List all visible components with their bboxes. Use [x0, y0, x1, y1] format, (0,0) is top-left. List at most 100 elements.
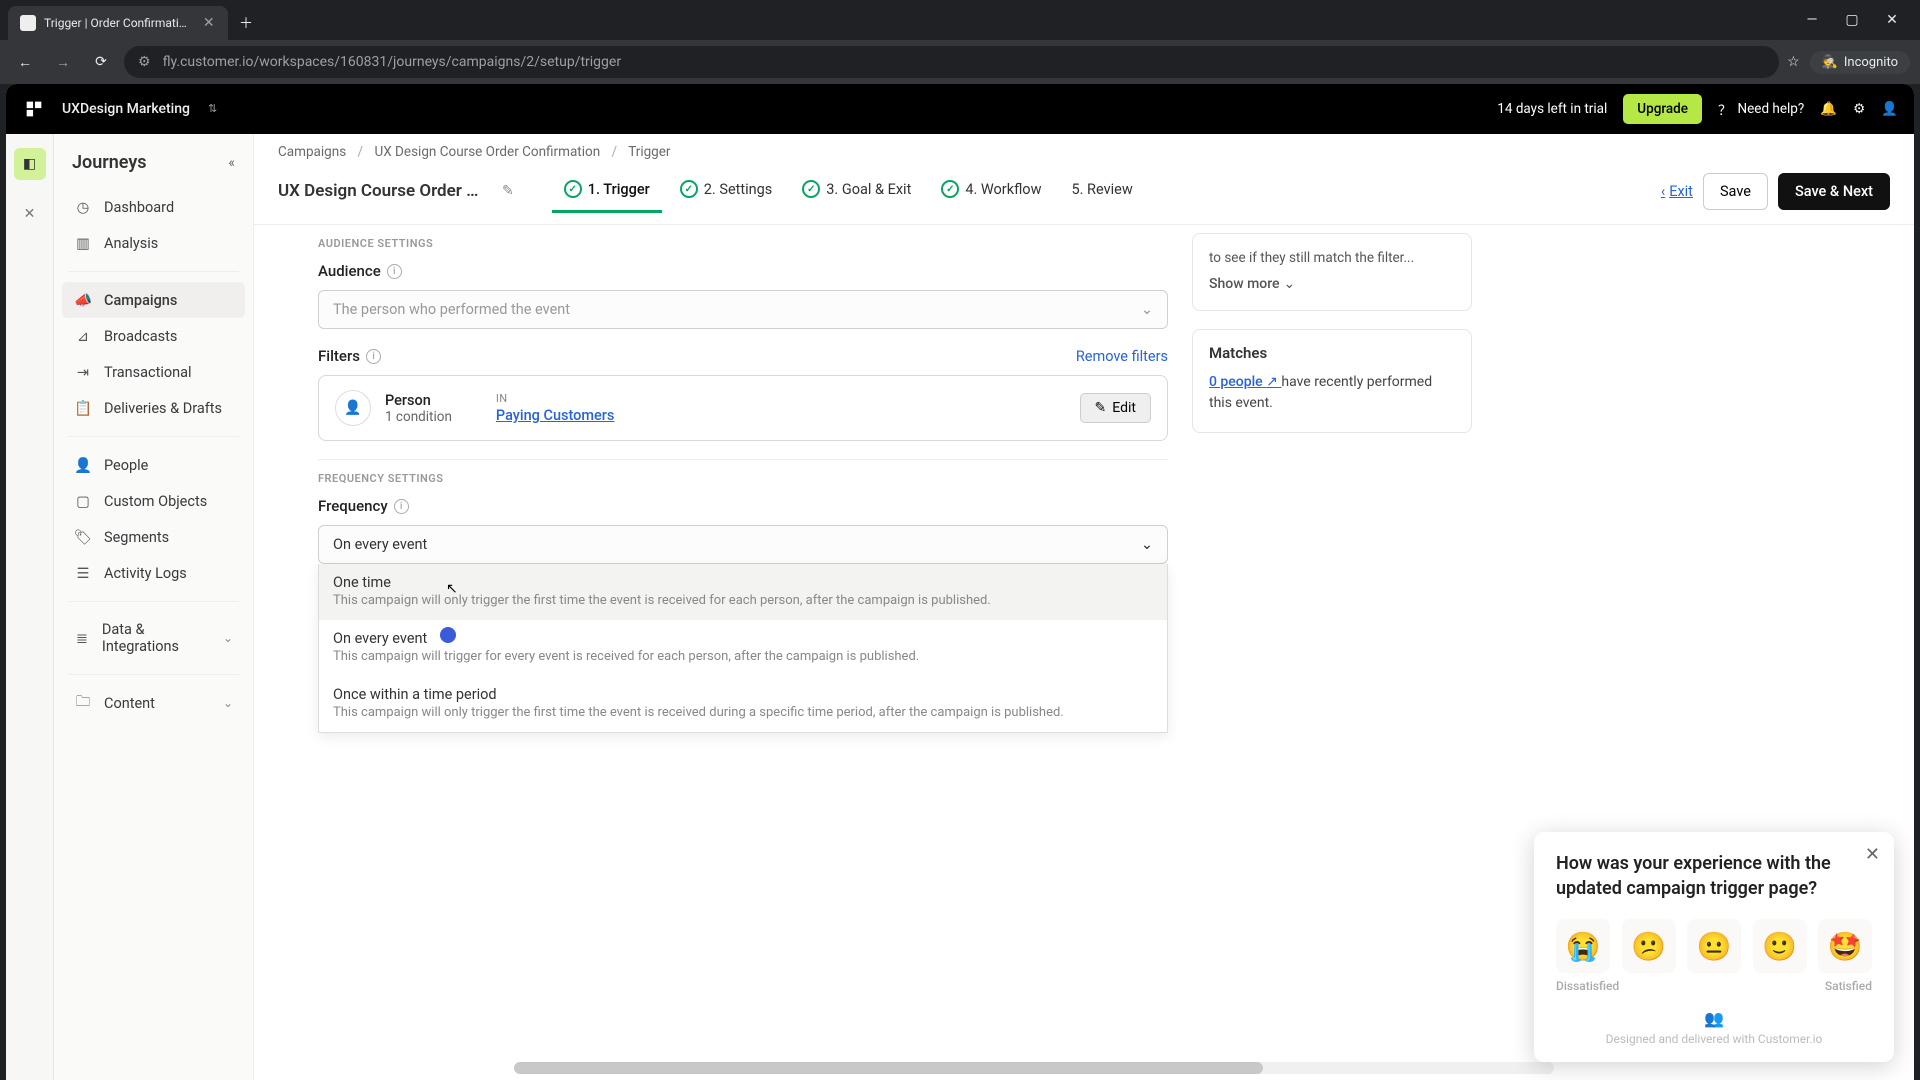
filters-label: Filters [318, 347, 360, 365]
breadcrumb-campaigns[interactable]: Campaigns [278, 144, 346, 160]
chevron-down-icon: ⌄ [223, 696, 233, 710]
scrollbar-thumb[interactable] [514, 1062, 1263, 1074]
frequency-option[interactable]: Once within a time periodThis campaign w… [319, 676, 1167, 732]
collapse-sidebar-icon[interactable]: « [228, 155, 235, 171]
filter-condition-count: 1 condition [385, 409, 452, 425]
incognito-badge[interactable]: 🕵 Incognito [1810, 51, 1910, 74]
sidebar-item-label: People [104, 457, 148, 474]
save-next-button[interactable]: Save & Next [1778, 173, 1890, 210]
favicon [20, 15, 36, 31]
new-tab-button[interactable]: ＋ [232, 9, 260, 37]
show-more-link[interactable]: Show more ⌄ [1209, 276, 1455, 292]
edit-filter-button[interactable]: ✎ Edit [1080, 393, 1151, 423]
close-tab-icon[interactable]: ✕ [202, 15, 217, 31]
horizontal-scrollbar[interactable] [514, 1062, 1554, 1074]
sidebar-item-transactional[interactable]: ⇥ Transactional [62, 354, 245, 390]
settings-icon[interactable]: ⚙ [1853, 101, 1865, 117]
workspace-name[interactable]: UXDesign Marketing [62, 101, 190, 117]
site-settings-icon[interactable]: ⚙ [138, 54, 151, 70]
app-logo[interactable] [22, 97, 46, 121]
step-tab-workflow[interactable]: ✓4. Workflow [929, 170, 1053, 212]
sidebar-item-custom-objects[interactable]: ▢Custom Objects [62, 483, 245, 519]
frequency-select[interactable]: On every event ⌄ [318, 525, 1168, 564]
customerio-badge-icon: 👥 [1704, 1009, 1724, 1028]
sidebar-item-campaigns[interactable]: 📣Campaigns [62, 282, 245, 318]
close-survey-icon[interactable]: ✕ [1865, 844, 1880, 865]
sidebar-item-deliveries-drafts[interactable]: 📋Deliveries & Drafts [62, 390, 245, 426]
bookmark-icon[interactable]: ☆ [1787, 54, 1800, 70]
notifications-icon[interactable]: 🔔 [1820, 101, 1837, 117]
info-icon[interactable]: i [366, 349, 381, 364]
exit-link[interactable]: ‹ Exit [1661, 183, 1693, 200]
survey-emoji-button[interactable]: 😐 [1687, 919, 1741, 973]
filter-card: 👤 Person 1 condition IN Paying Customers… [318, 375, 1168, 441]
survey-question: How was your experience with the updated… [1556, 852, 1872, 901]
step-label: 4. Workflow [965, 181, 1041, 198]
chevron-down-icon: ⌄ [1284, 276, 1296, 292]
breadcrumb-campaign-name[interactable]: UX Design Course Order Confirmation [374, 144, 600, 160]
rail-journeys-icon[interactable]: ◧ [14, 148, 46, 180]
sidebar-item-label: Custom Objects [104, 493, 207, 510]
upgrade-button[interactable]: Upgrade [1623, 94, 1702, 124]
step-tab-goal-exit[interactable]: ✓ 3. Goal & Exit [790, 170, 923, 212]
gauge-icon: ◷ [74, 198, 92, 216]
matches-count-link[interactable]: 0 people ↗ [1209, 374, 1281, 390]
step-label: 3. Goal & Exit [826, 181, 911, 198]
sidebar-item-dashboard[interactable]: ◷Dashboard [62, 189, 245, 225]
info-icon[interactable]: i [387, 264, 402, 279]
survey-emoji-button[interactable]: 😭 [1556, 919, 1610, 973]
option-title: On every event [333, 630, 1153, 647]
breadcrumb-current: Trigger [628, 144, 670, 160]
sidebar-item-analysis[interactable]: ▥Analysis [62, 225, 245, 261]
check-circle-icon: ✓ [802, 180, 820, 198]
filter-segment-link[interactable]: Paying Customers [496, 407, 614, 424]
audience-section-label: AUDIENCE SETTINGS [318, 225, 1168, 262]
close-window-icon[interactable]: ✕ [1878, 6, 1906, 34]
back-button[interactable]: ← [10, 47, 40, 77]
sidebar-item-activity-logs[interactable]: ☰Activity Logs [62, 555, 245, 591]
survey-emoji-button[interactable]: 🤩 [1818, 919, 1872, 973]
info-icon[interactable]: i [394, 499, 409, 514]
step-label: 2. Settings [704, 181, 773, 198]
sidebar-item-label: Content [104, 695, 155, 712]
edit-title-icon[interactable]: ✎ [502, 183, 514, 199]
rail-secondary-icon[interactable]: ✕ [14, 198, 46, 230]
audience-select[interactable]: The person who performed the event ⌄ [318, 290, 1168, 329]
sidebar-item-broadcasts[interactable]: ⊿Broadcasts [62, 318, 245, 354]
survey-high-label: Satisfied [1825, 979, 1872, 993]
frequency-value: On every event [333, 536, 427, 553]
sidebar-item-data-integrations[interactable]: ≣Data & Integrations⌄ [62, 612, 245, 664]
help-text: to see if they still match the filter... [1209, 248, 1455, 268]
activity-indicator [440, 627, 456, 643]
step-tab-review[interactable]: 5. Review [1059, 170, 1144, 212]
show-more-label: Show more [1209, 276, 1280, 292]
sidebar-item-segments[interactable]: 🏷Segments [62, 519, 245, 555]
profile-icon[interactable]: 👤 [1881, 101, 1898, 117]
audience-label: Audience [318, 262, 381, 280]
tab-title: Trigger | Order Confirmation | C [44, 16, 194, 30]
step-label: 1. Trigger [588, 181, 650, 198]
sidebar-item-people[interactable]: 👤People [62, 447, 245, 483]
arrow-right-box-icon: ⇥ [74, 363, 92, 381]
sidebar-item-label: Transactional [104, 364, 192, 381]
maximize-icon[interactable]: ▢ [1838, 6, 1866, 34]
url-text: fly.customer.io/workspaces/160831/journe… [163, 54, 622, 70]
workspace-switcher-icon[interactable]: ⇅ [208, 106, 217, 112]
forward-button[interactable]: → [48, 47, 78, 77]
help-link[interactable]: ？ Need help? [1718, 99, 1804, 119]
step-tab-trigger[interactable]: ✓ 1. Trigger [552, 170, 662, 212]
step-tab-settings[interactable]: ✓2. Settings [668, 170, 785, 212]
matches-card: Matches 0 people ↗ have recently perform… [1192, 329, 1472, 433]
survey-emoji-button[interactable]: 🙂 [1753, 919, 1807, 973]
save-button[interactable]: Save [1703, 173, 1768, 210]
sidebar-item-content[interactable]: 🗀Content⌄ [62, 685, 245, 721]
reload-button[interactable]: ⟳ [86, 47, 116, 77]
person-icon: 👤 [335, 390, 371, 426]
url-field[interactable]: ⚙ fly.customer.io/workspaces/160831/jour… [124, 46, 1779, 78]
check-circle-icon: ✓ [564, 180, 582, 198]
browser-tab[interactable]: Trigger | Order Confirmation | C ✕ [8, 6, 228, 40]
remove-filters-link[interactable]: Remove filters [1076, 348, 1168, 365]
matches-count: 0 people [1209, 374, 1263, 390]
minimize-icon[interactable]: ― [1798, 6, 1826, 34]
survey-emoji-button[interactable]: 😕 [1622, 919, 1676, 973]
